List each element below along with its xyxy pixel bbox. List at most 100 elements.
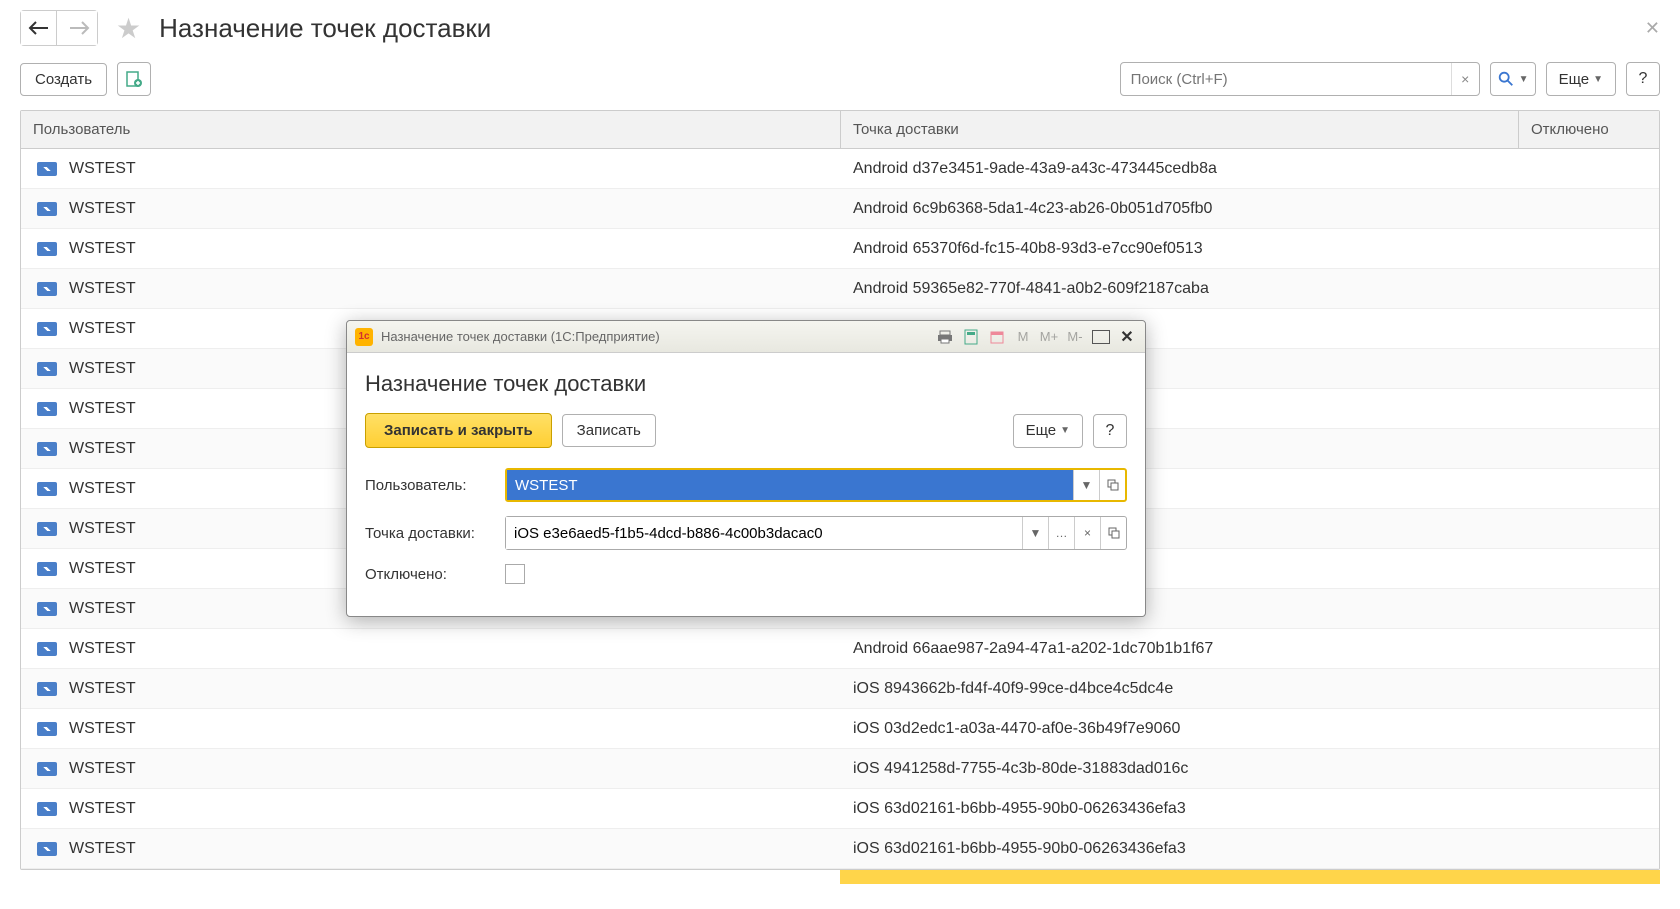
dialog-toolbar: Записать и закрыть Записать Еще ▼ ?: [365, 413, 1127, 448]
table-row[interactable]: WSTEST iOS 8943662b-fd4f-40f9-99ce-d4bce4…: [21, 669, 1659, 709]
main-toolbar: Создать × ▼ Еще ▼ ?: [0, 56, 1680, 110]
calculator-icon[interactable]: [961, 327, 981, 347]
point-row: Точка доставки: ▼ … ×: [365, 516, 1127, 550]
row-icon: [37, 802, 57, 816]
point-cell: iOS 63d02161-b6bb-4955-90b0-06263436efa3: [853, 800, 1186, 817]
m-minus-icon: M-: [1065, 327, 1085, 347]
user-cell: WSTEST: [69, 720, 136, 738]
point-cell: iOS 4941258d-7755-4c3b-80de-31883dad016c: [853, 760, 1188, 777]
user-cell: WSTEST: [69, 440, 136, 458]
user-open-button[interactable]: [1099, 470, 1125, 500]
user-cell: WSTEST: [69, 640, 136, 658]
print-icon[interactable]: [935, 327, 955, 347]
chevron-down-icon: ▼: [1593, 74, 1603, 85]
user-cell: WSTEST: [69, 680, 136, 698]
point-cell: iOS 8943662b-fd4f-40f9-99ce-d4bce4c5dc4e: [853, 680, 1173, 697]
row-icon: [37, 482, 57, 496]
user-cell: WSTEST: [69, 480, 136, 498]
search-input[interactable]: [1121, 71, 1451, 88]
copy-button[interactable]: [117, 62, 151, 96]
table-row[interactable]: WSTEST iOS 63d02161-b6bb-4955-90b0-062634…: [21, 789, 1659, 829]
create-button[interactable]: Создать: [20, 63, 107, 96]
user-dropdown-button[interactable]: ▼: [1073, 470, 1099, 500]
col-point[interactable]: Точка доставки: [841, 111, 1519, 148]
app-logo-icon: 1c: [355, 328, 373, 346]
point-cell: Android d37e3451-9ade-43a9-a43c-473445ce…: [853, 160, 1217, 177]
nav-buttons: [20, 10, 98, 46]
favorite-star-icon[interactable]: ★: [116, 12, 141, 45]
row-icon: [37, 282, 57, 296]
dialog-more-button[interactable]: Еще ▼: [1013, 414, 1083, 448]
edit-dialog: 1c Назначение точек доставки (1С:Предпри…: [346, 320, 1146, 617]
chevron-down-icon: ▼: [1060, 425, 1070, 436]
search-button[interactable]: ▼: [1490, 62, 1536, 96]
point-clear-button[interactable]: ×: [1074, 517, 1100, 549]
row-icon: [37, 722, 57, 736]
row-icon: [37, 762, 57, 776]
help-button[interactable]: ?: [1626, 62, 1660, 96]
point-cell: iOS 63d02161-b6bb-4955-90b0-06263436efa3: [853, 840, 1186, 857]
point-label: Точка доставки:: [365, 525, 495, 542]
table-row[interactable]: WSTESTAndroid 65370f6d-fc15-40b8-93d3-e7…: [21, 229, 1659, 269]
col-user[interactable]: Пользователь: [21, 111, 841, 148]
table-row[interactable]: WSTESTAndroid 66aae987-2a94-47a1-a202-1d…: [21, 629, 1659, 669]
save-and-close-button[interactable]: Записать и закрыть: [365, 413, 552, 448]
forward-button[interactable]: [61, 11, 97, 45]
calendar-icon[interactable]: [987, 327, 1007, 347]
table-row[interactable]: WSTEST iOS 63d02161-b6bb-4955-90b0-062634…: [21, 829, 1659, 869]
more-button[interactable]: Еще ▼: [1546, 62, 1616, 96]
user-cell: WSTEST: [69, 320, 136, 338]
page-header: ★ Назначение точек доставки ✕: [0, 0, 1680, 56]
row-icon: [37, 242, 57, 256]
dialog-titlebar[interactable]: 1c Назначение точек доставки (1С:Предпри…: [347, 321, 1145, 353]
table-row[interactable]: WSTESTAndroid d37e3451-9ade-43a9-a43c-47…: [21, 149, 1659, 189]
maximize-button[interactable]: [1091, 327, 1111, 347]
dialog-titlebar-text: Назначение точек доставки (1С:Предприяти…: [381, 329, 660, 344]
user-cell: WSTEST: [69, 760, 136, 778]
user-cell: WSTEST: [69, 840, 136, 858]
row-icon: [37, 402, 57, 416]
close-dialog-button[interactable]: ✕: [1117, 327, 1137, 347]
dialog-help-button[interactable]: ?: [1093, 414, 1127, 448]
point-open-button[interactable]: [1100, 517, 1126, 549]
row-icon: [37, 562, 57, 576]
m-plus-icon: M+: [1039, 327, 1059, 347]
user-cell: WSTEST: [69, 560, 136, 578]
table-row[interactable]: WSTESTAndroid 59365e82-770f-4841-a0b2-60…: [21, 269, 1659, 309]
off-checkbox[interactable]: [505, 564, 525, 584]
page-title: Назначение точек доставки: [159, 13, 491, 44]
more-label: Еще: [1559, 71, 1590, 88]
point-cell: iOS 03d2edc1-a03a-4470-af0e-36b49f7e9060: [853, 720, 1180, 737]
row-icon: [37, 322, 57, 336]
user-cell: WSTEST: [69, 240, 136, 258]
search-field-wrap: ×: [1120, 62, 1480, 96]
search-clear-button[interactable]: ×: [1451, 63, 1479, 95]
table-row[interactable]: WSTEST Android 6c9b6368-5da1-4c23-ab26-0b…: [21, 189, 1659, 229]
close-page-button[interactable]: ✕: [1645, 18, 1660, 39]
back-button[interactable]: [21, 11, 57, 45]
row-icon: [37, 842, 57, 856]
user-label: Пользователь:: [365, 477, 495, 494]
row-icon: [37, 522, 57, 536]
user-input[interactable]: [507, 470, 1073, 500]
user-cell: WSTEST: [69, 400, 136, 418]
col-off[interactable]: Отключено: [1519, 111, 1659, 148]
row-icon: [37, 602, 57, 616]
dialog-title: Назначение точек доставки: [365, 371, 1127, 397]
user-row: Пользователь: ▼: [365, 468, 1127, 502]
point-select-button[interactable]: …: [1048, 517, 1074, 549]
row-icon: [37, 682, 57, 696]
table-row[interactable]: WSTEST iOS 4941258d-7755-4c3b-80de-31883d…: [21, 749, 1659, 789]
user-cell: WSTEST: [69, 280, 136, 298]
user-cell: WSTEST: [69, 360, 136, 378]
user-cell: WSTEST: [69, 800, 136, 818]
more-label: Еще: [1026, 422, 1057, 439]
user-cell: WSTEST: [69, 600, 136, 618]
save-button[interactable]: Записать: [562, 414, 656, 447]
point-cell: Android 6c9b6368-5da1-4c23-ab26-0b051d70…: [853, 200, 1212, 217]
table-row[interactable]: WSTEST iOS 03d2edc1-a03a-4470-af0e-36b49f…: [21, 709, 1659, 749]
row-icon: [37, 362, 57, 376]
point-input[interactable]: [506, 517, 1022, 549]
point-dropdown-button[interactable]: ▼: [1022, 517, 1048, 549]
user-cell: WSTEST: [69, 200, 136, 218]
